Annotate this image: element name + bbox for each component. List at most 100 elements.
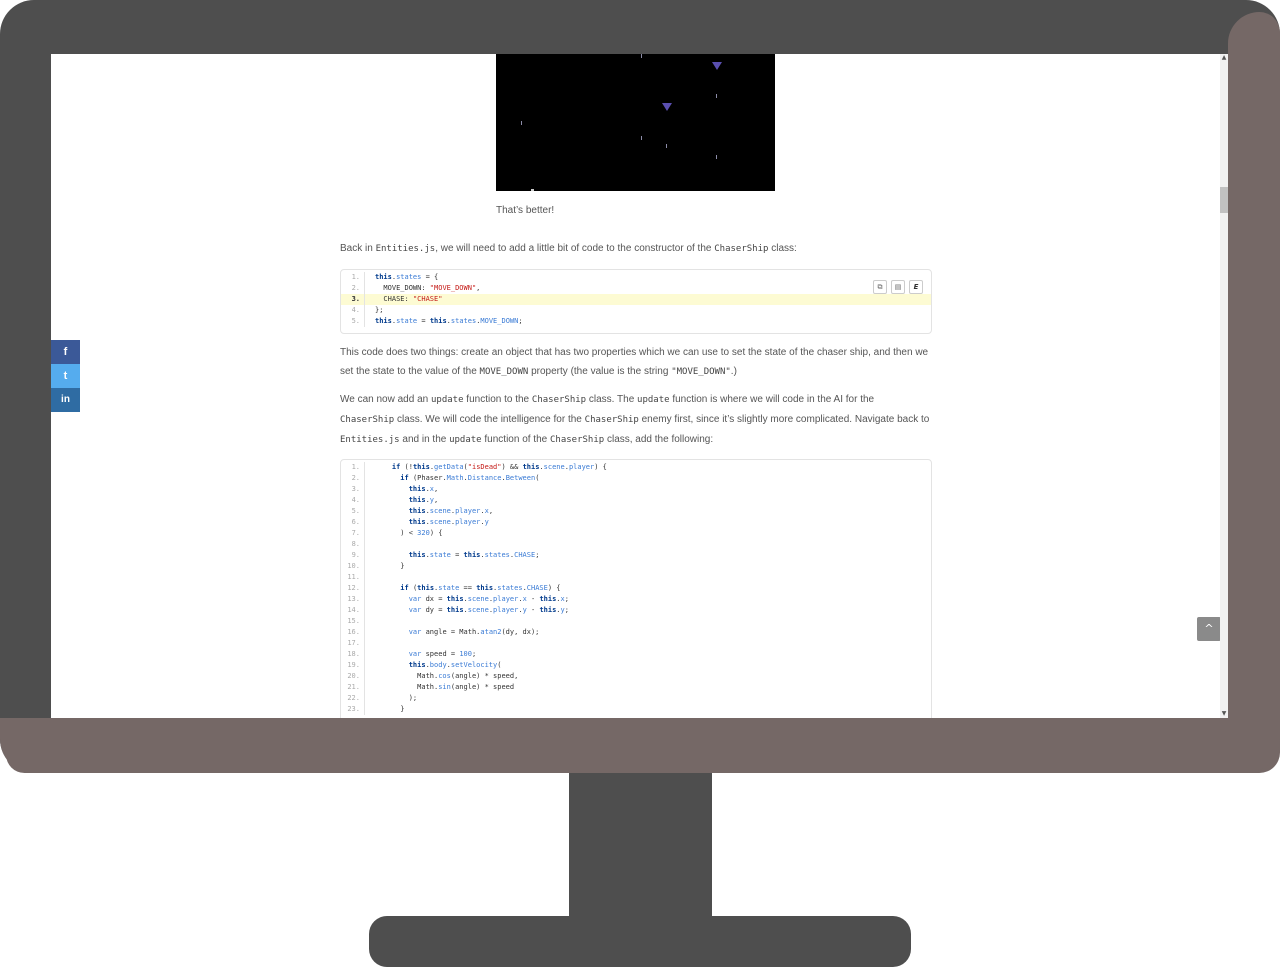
paragraph-update: We can now add an update function to the… — [340, 390, 930, 450]
line-number: 3. — [341, 484, 365, 495]
inline-code: ChaserShip — [340, 415, 395, 425]
code-line: 10. } — [341, 561, 931, 572]
line-number: 17. — [341, 638, 365, 649]
text: property (the value is the string — [528, 366, 672, 377]
share-twitter-button[interactable]: t — [51, 364, 80, 388]
line-number: 1. — [341, 272, 365, 283]
line-number: 5. — [341, 506, 365, 517]
text: .) — [730, 366, 737, 377]
code-line: 21. Math.sin(angle) * speed — [341, 682, 931, 693]
star — [666, 144, 667, 148]
chevron-up-icon: ^ — [1204, 622, 1214, 635]
code-line: 11. — [341, 572, 931, 583]
image-caption: That’s better! — [496, 205, 555, 216]
inline-code: update — [637, 395, 670, 405]
line-number: 2. — [341, 473, 365, 484]
monitor-chin — [0, 718, 1280, 773]
code-line: 16. var angle = Math.atan2(dy, dx); — [341, 627, 931, 638]
code-line: 6. this.scene.player.y — [341, 517, 931, 528]
text: We can now add an — [340, 394, 431, 405]
paragraph-intro: Back in Entities.js, we will need to add… — [340, 239, 930, 259]
code-line: 1. if (!this.getData("isDead") && this.s… — [341, 462, 931, 473]
line-number: 10. — [341, 561, 365, 572]
inline-code: Entities.js — [375, 244, 436, 254]
star — [641, 54, 642, 58]
line-number: 9. — [341, 550, 365, 561]
inline-code: "MOVE_DOWN" — [671, 367, 731, 377]
line-number: 2. — [341, 283, 365, 294]
inline-code: update — [449, 435, 482, 445]
monitor-bezel-curve — [1228, 12, 1280, 773]
share-linkedin-button[interactable]: in — [51, 388, 80, 412]
text: enemy first, since it’s slightly more co… — [638, 414, 930, 425]
code-line: 2. MOVE_DOWN: "MOVE_DOWN", — [341, 283, 931, 294]
facebook-icon: f — [63, 346, 68, 358]
text: function to the — [463, 394, 532, 405]
scrollbar-thumb[interactable] — [1220, 187, 1228, 213]
scrollbar[interactable]: ▲ ▼ — [1220, 54, 1228, 718]
star — [716, 94, 717, 98]
back-to-top-button[interactable]: ^ — [1197, 617, 1221, 641]
code-block-update[interactable]: 1. if (!this.getData("isDead") && this.s… — [340, 459, 932, 718]
code-line: 7. ) < 320) { — [341, 528, 931, 539]
inline-code: MOVE_DOWN — [479, 367, 529, 377]
code-line: 18. var speed = 100; — [341, 649, 931, 660]
code-line: 4.}; — [341, 305, 931, 316]
line-number: 3. — [341, 294, 365, 305]
star — [531, 189, 534, 191]
code-line: 4. this.y, — [341, 495, 931, 506]
code-line: 2. if (Phaser.Math.Distance.Between( — [341, 473, 931, 484]
star — [521, 121, 522, 125]
line-number: 19. — [341, 660, 365, 671]
line-number: 23. — [341, 704, 365, 715]
share-facebook-button[interactable]: f — [51, 340, 80, 364]
text: class. We will code the intelligence for… — [394, 414, 585, 425]
line-number: 20. — [341, 671, 365, 682]
inline-code: ChaserShip — [550, 435, 605, 445]
code-line: 23. } — [341, 704, 931, 715]
code-block-states[interactable]: ⧉ ▤ E 1. this.states = { 2. MOVE_DOWN: "M… — [340, 269, 932, 334]
line-number: 22. — [341, 693, 365, 704]
text: and in the — [399, 434, 450, 445]
screen: That’s better! Back in Entities.js, we w… — [51, 54, 1228, 718]
text: class. The — [586, 394, 638, 405]
code-line: 17. — [341, 638, 931, 649]
code-line: 9. this.state = this.states.CHASE; — [341, 550, 931, 561]
paragraph-explanation: This code does two things: create an obj… — [340, 343, 930, 382]
line-number: 12. — [341, 583, 365, 594]
text: Back in — [340, 243, 376, 254]
code-line: 5. this.scene.player.x, — [341, 506, 931, 517]
code-line: 13. var dx = this.scene.player.x - this.… — [341, 594, 931, 605]
monitor-chin-curve — [6, 718, 96, 773]
monitor-stand-neck — [569, 773, 712, 918]
code-line: 19. this.body.setVelocity( — [341, 660, 931, 671]
code-line: 12. if (this.state == this.states.CHASE)… — [341, 583, 931, 594]
text: , we will need to add a little bit of co… — [435, 243, 715, 254]
line-number: 4. — [341, 495, 365, 506]
line-number: 7. — [341, 528, 365, 539]
line-number: 11. — [341, 572, 365, 583]
scroll-down-arrow-icon[interactable]: ▼ — [1220, 710, 1228, 718]
scroll-up-arrow-icon[interactable]: ▲ — [1220, 54, 1228, 62]
star — [641, 136, 642, 140]
line-number: 21. — [341, 682, 365, 693]
line-number: 15. — [341, 616, 365, 627]
line-number: 6. — [341, 517, 365, 528]
enemy-ship-icon — [662, 103, 672, 111]
inline-code: ChaserShip — [714, 244, 769, 254]
inline-code: ChaserShip — [584, 415, 639, 425]
line-number: 18. — [341, 649, 365, 660]
twitter-icon: t — [63, 370, 68, 382]
code-line: 3. this.x, — [341, 484, 931, 495]
line-number: 13. — [341, 594, 365, 605]
line-number: 16. — [341, 627, 365, 638]
game-screenshot — [496, 54, 775, 191]
code-line: 22. ); — [341, 693, 931, 704]
code-line: 20. Math.cos(angle) * speed, — [341, 671, 931, 682]
code-line: 15. — [341, 616, 931, 627]
text: class: — [768, 243, 797, 254]
code-line: 14. var dy = this.scene.player.y - this.… — [341, 605, 931, 616]
code-line: 8. — [341, 539, 931, 550]
code-line: 1. this.states = { — [341, 272, 931, 283]
inline-code: update — [431, 395, 464, 405]
